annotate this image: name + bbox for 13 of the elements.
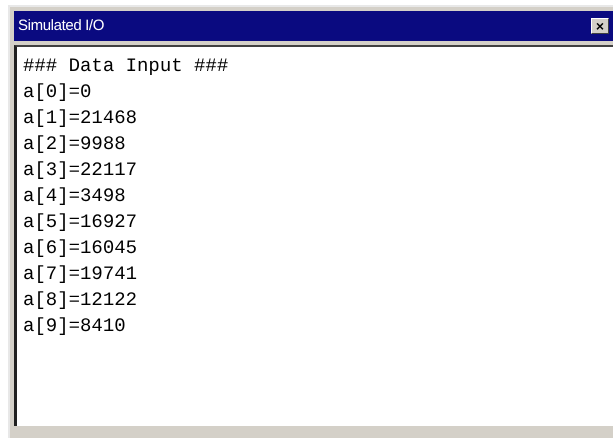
output-line: a[9]=8410 [23,314,126,339]
output-line: a[7]=19741 [23,262,138,287]
output-line: a[1]=21468 [23,106,138,131]
output-line: a[4]=3498 [23,184,126,209]
close-button[interactable]: × [591,18,609,34]
output-line: a[2]=9988 [23,132,126,157]
output-line: a[5]=16927 [23,210,138,235]
output-line: a[0]=0 [23,80,92,105]
output-line: ### Data Input ### [23,54,228,79]
output-line: a[6]=16045 [23,236,138,261]
output-line: a[8]=12122 [23,288,138,313]
output-line: a[3]=22117 [23,158,138,183]
window-title: Simulated I/O [18,16,104,36]
